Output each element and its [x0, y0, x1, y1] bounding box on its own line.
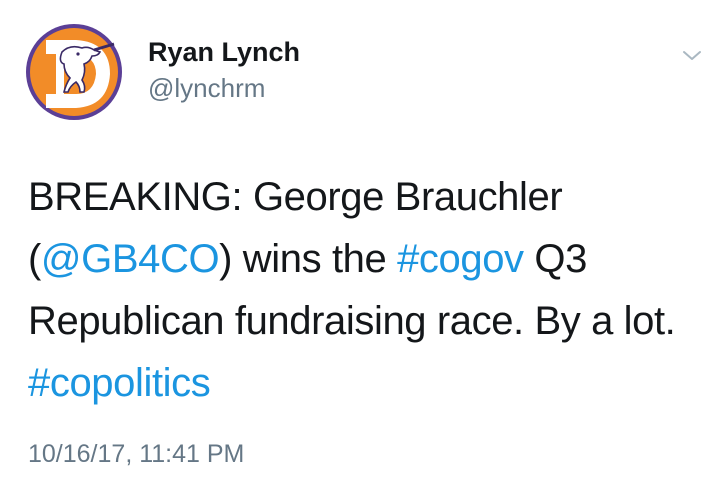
- hashtag-link-copolitics[interactable]: #copolitics: [28, 352, 708, 414]
- tweet-text-line-2: (@GB4CO) wins the #cogov Q3: [28, 228, 708, 290]
- author-handle[interactable]: @lynchrm: [148, 72, 265, 104]
- text-fragment: ) wins the: [219, 237, 398, 281]
- avatar[interactable]: [24, 22, 124, 122]
- tweet-timestamp[interactable]: 10/16/17, 11:41 PM: [28, 438, 244, 470]
- broncos-logo-icon: [26, 24, 122, 120]
- chevron-down-icon[interactable]: [680, 44, 704, 68]
- text-fragment: (: [28, 237, 41, 281]
- tweet-text: BREAKING: George Brauchler (@GB4CO) wins…: [28, 166, 708, 414]
- text-fragment: Q3: [523, 237, 587, 281]
- tweet-card: Ryan Lynch @lynchrm BREAKING: George Bra…: [0, 0, 710, 480]
- hashtag-link-cogov[interactable]: #cogov: [397, 237, 524, 281]
- mention-link[interactable]: @GB4CO: [41, 237, 220, 281]
- tweet-text-line-1: BREAKING: George Brauchler: [28, 175, 563, 219]
- tweet-text-line-3: Republican fundraising race. By a lot.: [28, 299, 676, 343]
- author-name[interactable]: Ryan Lynch: [148, 36, 300, 68]
